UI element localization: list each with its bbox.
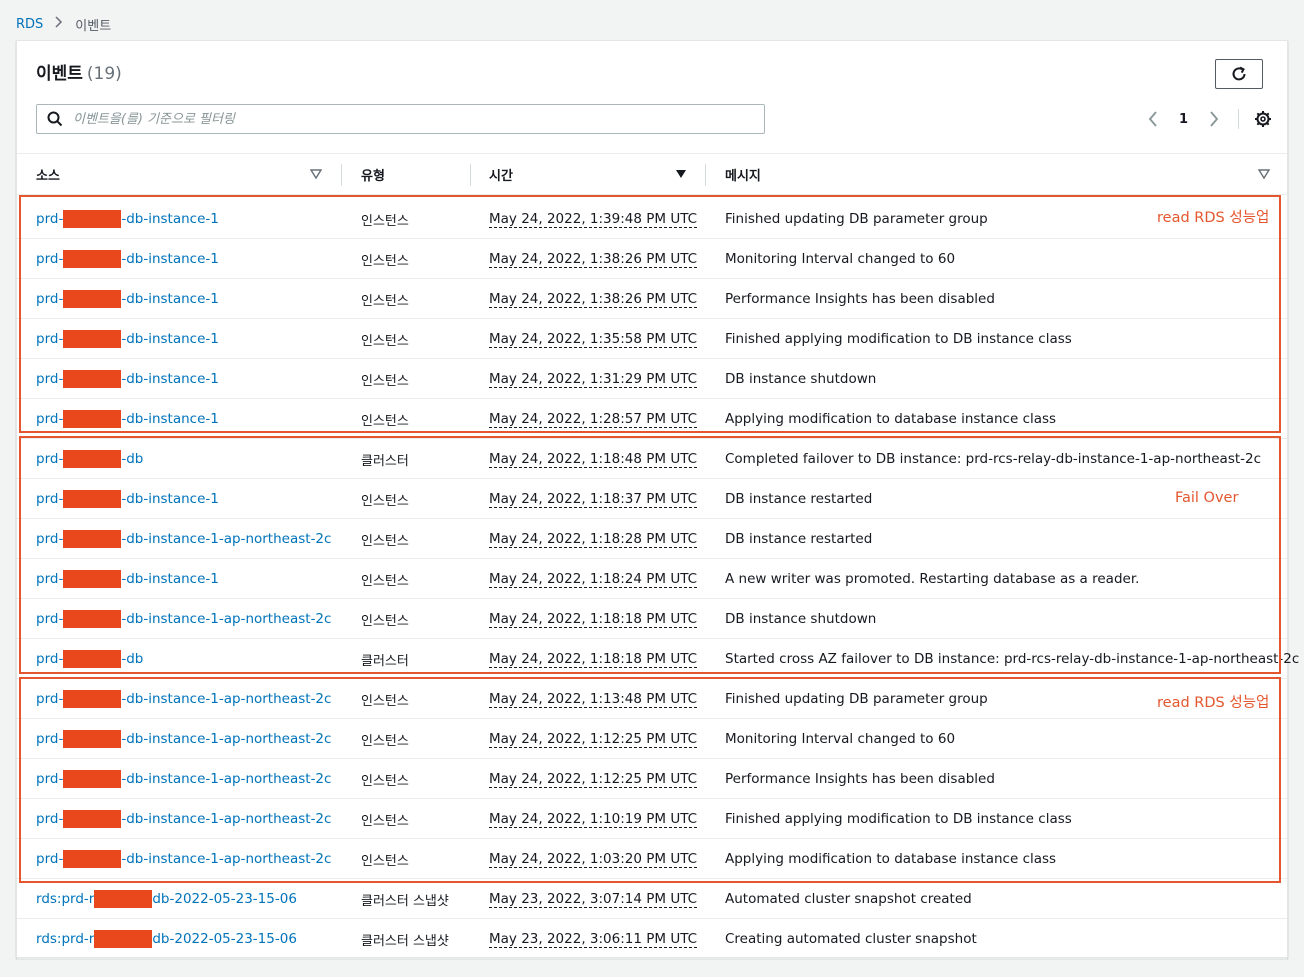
source-suffix[interactable]: db-2022-05-23-15-06 [152, 891, 297, 907]
pagination: 1 [1143, 109, 1273, 129]
column-divider[interactable] [341, 164, 342, 186]
source-suffix[interactable]: db-2022-05-23-15-06 [152, 931, 297, 947]
table-header: 소스 유형 시간 메시지 [17, 153, 1287, 195]
event-time-text[interactable]: May 23, 2022, 3:06:11 PM UTC [489, 931, 698, 948]
column-header-time[interactable]: 시간 [489, 154, 513, 194]
event-time[interactable]: May 23, 2022, 3:06:11 PM UTC [489, 919, 698, 959]
source-prefix[interactable]: rds:prd-r [36, 931, 94, 947]
annotation-box-group1 [19, 195, 1281, 433]
pager-divider [1238, 109, 1240, 129]
chevron-left-icon [1148, 111, 1157, 127]
gear-icon [1255, 111, 1272, 127]
event-source-link[interactable]: rds:prd-r db-2022-05-23-15-06 [36, 919, 297, 959]
sort-down-filled-icon[interactable] [675, 168, 687, 180]
event-count: (19) [86, 64, 122, 84]
page-title-text: 이벤트 [36, 64, 83, 84]
column-divider[interactable] [705, 164, 706, 186]
column-divider[interactable] [470, 164, 471, 186]
table-row: rds:prd-r db-2022-05-23-15-06 클러스터 스냅샷 May … [17, 919, 1287, 959]
search-field[interactable] [36, 104, 765, 134]
annotation-label-group3: read RDS 성능업 [1157, 695, 1270, 711]
table-row: rds:prd-r db-2022-05-23-15-06 클러스터 스냅샷 May … [17, 879, 1287, 919]
column-header-type[interactable]: 유형 [361, 154, 385, 194]
source-prefix[interactable]: rds:prd-r [36, 891, 94, 907]
breadcrumb-rds-link[interactable]: RDS [16, 17, 43, 32]
event-message: Automated cluster snapshot created [725, 891, 972, 907]
events-panel: 이벤트(19) 1 소스 유 [16, 40, 1299, 959]
redaction-block [94, 890, 153, 908]
chevron-right-icon [55, 16, 63, 32]
next-page-button[interactable] [1204, 109, 1224, 129]
column-header-source[interactable]: 소스 [36, 154, 60, 194]
breadcrumb-current: 이벤트 [75, 18, 112, 34]
current-page-number[interactable]: 1 [1179, 112, 1188, 127]
sort-down-outline-icon[interactable] [1258, 168, 1270, 180]
search-input[interactable] [73, 111, 753, 127]
refresh-icon [1232, 66, 1246, 81]
event-time-text[interactable]: May 23, 2022, 3:07:14 PM UTC [489, 891, 698, 908]
sort-down-outline-icon[interactable] [310, 168, 322, 180]
event-type: 클러스터 스냅샷 [361, 893, 449, 909]
previous-page-button[interactable] [1143, 109, 1163, 129]
event-message: Creating automated cluster snapshot [725, 931, 977, 947]
preferences-button[interactable] [1253, 109, 1273, 129]
annotation-label-group1: read RDS 성능업 [1157, 210, 1270, 226]
event-type: 클러스터 스냅샷 [361, 933, 449, 949]
chevron-right-icon [1210, 111, 1219, 127]
page-title: 이벤트 (19) [36, 59, 122, 84]
breadcrumb: RDS 이벤트 [16, 14, 111, 34]
event-source-link[interactable]: rds:prd-r db-2022-05-23-15-06 [36, 879, 297, 919]
annotation-label-group2: Fail Over [1175, 490, 1239, 506]
search-icon [47, 111, 63, 127]
event-time[interactable]: May 23, 2022, 3:07:14 PM UTC [489, 879, 698, 919]
refresh-button[interactable] [1215, 59, 1263, 89]
redaction-block [94, 930, 153, 948]
column-header-message[interactable]: 메시지 [725, 154, 761, 194]
annotation-box-group2 [19, 436, 1281, 674]
annotation-box-group3 [19, 677, 1281, 883]
